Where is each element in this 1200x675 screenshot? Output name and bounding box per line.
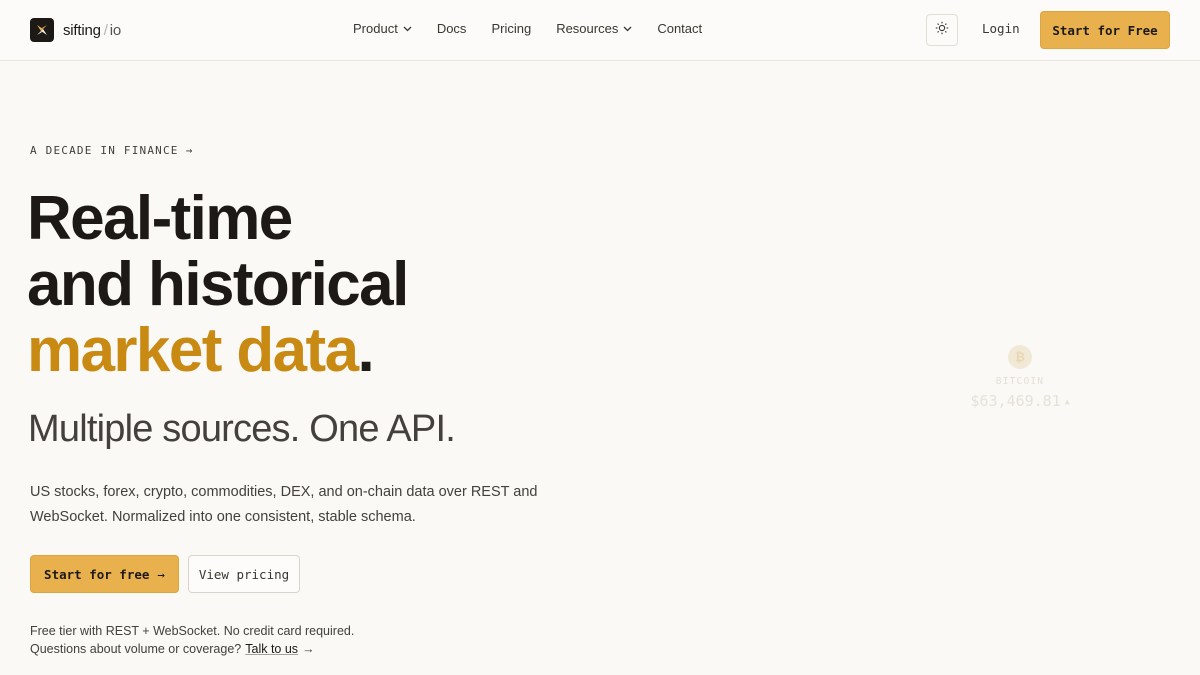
start-for-free-button[interactable]: Start for Free (1040, 11, 1170, 49)
arrow-right-icon: → (185, 144, 194, 157)
hero-description: US stocks, forex, crypto, commodities, D… (30, 484, 538, 525)
login-link[interactable]: Login (982, 21, 1020, 36)
bitcoin-ticker: ₿ BITCOIN $63,469.81 ▲ (960, 345, 1080, 410)
sun-icon (935, 21, 949, 40)
nav-item-contact[interactable]: Contact (657, 21, 702, 36)
main-menu: Product Docs Pricing Resources Contact (353, 21, 727, 36)
brand-logo[interactable]: sifting / io (30, 18, 121, 42)
headline-accent: market data (27, 316, 359, 385)
contact-note: Questions about volume or coverage? Talk… (30, 642, 315, 656)
logo-mark-icon (30, 18, 54, 42)
chevron-down-icon (623, 26, 632, 32)
hero-subhead: Multiple sources. One API. (28, 408, 456, 450)
nav-item-product[interactable]: Product (353, 21, 412, 36)
eyebrow-link[interactable]: A DECADE IN FINANCE → (30, 144, 193, 157)
top-navbar: sifting / io Product Docs Pricing Resource… (0, 0, 1200, 61)
view-pricing-button[interactable]: View pricing (188, 555, 300, 593)
nav-item-docs[interactable]: Docs (437, 21, 467, 36)
chevron-down-icon (403, 26, 412, 32)
brand-name: sifting / io (63, 21, 122, 39)
nav-item-resources[interactable]: Resources (556, 21, 632, 36)
hero-headline: Real-time and historical market data. (27, 184, 409, 385)
ticker-name: BITCOIN (995, 376, 1045, 387)
triangle-up-icon: ▲ (1064, 396, 1070, 406)
nav-item-pricing[interactable]: Pricing (491, 21, 531, 36)
free-tier-note: Free tier with REST + WebSocket. No cred… (30, 624, 355, 638)
ticker-price: $63,469.81 ▲ (970, 392, 1070, 410)
talk-to-us-link[interactable]: Talk to us (245, 642, 298, 656)
start-for-free-hero-button[interactable]: Start for free → (30, 555, 179, 593)
theme-toggle-button[interactable] (926, 14, 958, 46)
arrow-right-icon: → (157, 566, 165, 582)
arrow-right-icon: → (302, 642, 315, 656)
bitcoin-icon: ₿ (1008, 345, 1032, 369)
